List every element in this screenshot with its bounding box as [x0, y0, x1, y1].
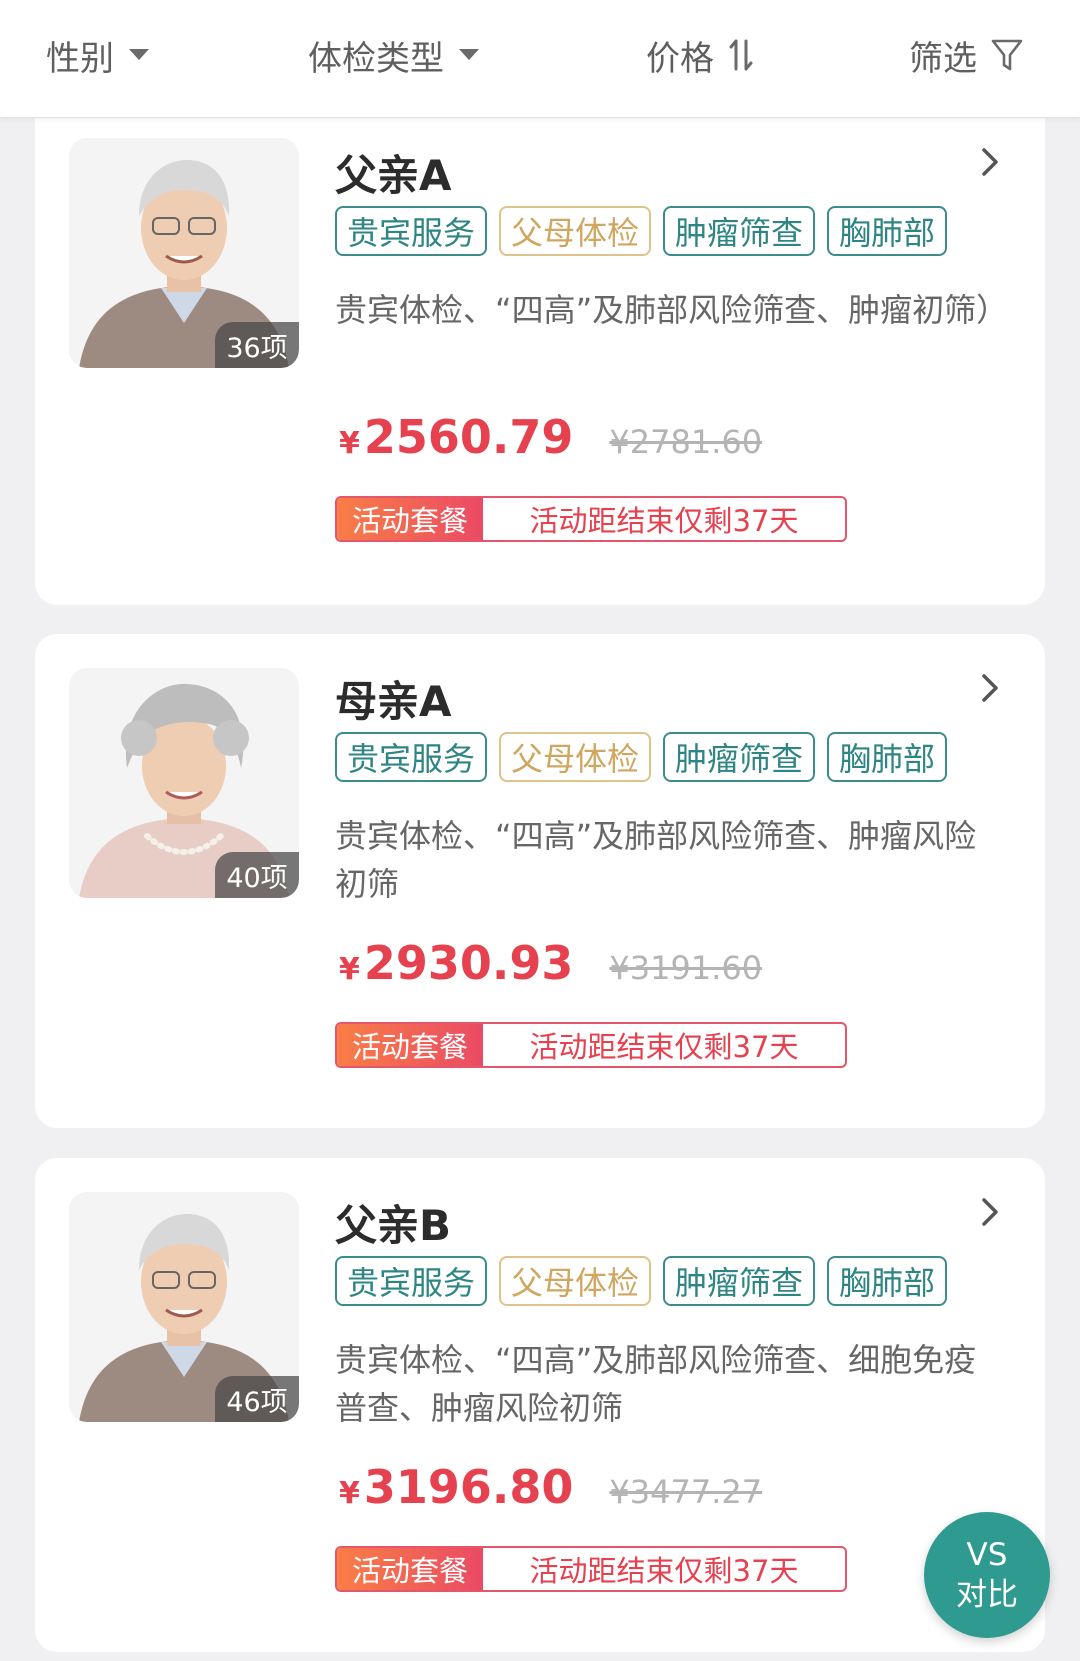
price-sort[interactable]: 价格: [646, 30, 754, 80]
currency-symbol: ¥: [339, 952, 360, 987]
item-count-badge: 40项: [215, 852, 299, 898]
tag-vip-service: 贵宾服务: [335, 1256, 488, 1306]
package-description: 贵宾体检、“四高”及肺部风险筛查、肿瘤初筛）: [335, 291, 1009, 329]
screen-filter-label: 筛选: [909, 38, 977, 79]
package-photo: 36项: [69, 138, 299, 368]
chevron-right-icon[interactable]: [970, 1192, 1010, 1232]
package-card[interactable]: 40项 母亲A 贵宾服务 父母体检 肿瘤筛查 胸肺部 贵宾体检、“四高”及肺部风…: [35, 634, 1045, 1128]
promo-banner: 活动套餐 活动距结束仅剩37天: [335, 1022, 847, 1068]
current-price: 2560.79: [363, 410, 574, 464]
tag-vip-service: 贵宾服务: [335, 732, 488, 782]
currency-symbol: ¥: [339, 1476, 360, 1511]
screen-filter[interactable]: 筛选: [909, 30, 1023, 80]
tag-list: 贵宾服务 父母体检 肿瘤筛查 胸肺部: [335, 206, 948, 256]
tag-chest-lung: 胸肺部: [827, 732, 948, 782]
package-title: 父亲B: [335, 1201, 452, 1250]
compare-button[interactable]: VS 对比: [924, 1512, 1050, 1638]
price-row: ¥ 3196.80 ¥3477.27: [339, 1460, 762, 1514]
sort-arrows-icon: [728, 37, 754, 73]
promo-label: 活动套餐: [337, 1024, 483, 1066]
tag-tumor-screening: 肿瘤筛查: [663, 1256, 816, 1306]
package-title: 父亲A: [335, 151, 452, 200]
price-row: ¥ 2560.79 ¥2781.60: [339, 410, 762, 464]
gender-filter-label: 性别: [46, 38, 114, 79]
gender-filter[interactable]: 性别: [46, 30, 150, 80]
tag-list: 贵宾服务 父母体检 肿瘤筛查 胸肺部: [335, 732, 948, 782]
funnel-icon: [991, 38, 1023, 72]
promo-countdown: 活动距结束仅剩37天: [529, 504, 799, 538]
tag-tumor-screening: 肿瘤筛查: [663, 206, 816, 256]
currency-symbol: ¥: [339, 426, 360, 461]
filter-bar: 性别 体检类型 价格 筛选: [0, 0, 1080, 118]
tag-vip-service: 贵宾服务: [335, 206, 488, 256]
promo-countdown: 活动距结束仅剩37天: [529, 1030, 799, 1064]
chevron-right-icon[interactable]: [970, 142, 1010, 182]
package-card[interactable]: 36项 父亲A 贵宾服务 父母体检 肿瘤筛查 胸肺部 贵宾体检、“四高”及肺部风…: [35, 100, 1045, 605]
promo-label: 活动套餐: [337, 498, 483, 540]
current-price: 3196.80: [363, 1460, 574, 1514]
original-price: ¥3191.60: [609, 949, 763, 987]
promo-banner: 活动套餐 活动距结束仅剩37天: [335, 496, 847, 542]
tag-chest-lung: 胸肺部: [827, 1256, 948, 1306]
tag-parents-checkup: 父母体检: [499, 206, 652, 256]
exam-type-filter[interactable]: 体检类型: [308, 30, 480, 80]
tag-parents-checkup: 父母体检: [499, 732, 652, 782]
original-price: ¥3477.27: [609, 1473, 763, 1511]
package-description: 贵宾体检、“四高”及肺部风险筛查、肿瘤风险初筛: [335, 817, 977, 903]
price-sort-label: 价格: [646, 38, 714, 79]
promo-countdown: 活动距结束仅剩37天: [529, 1554, 799, 1588]
package-photo: 40项: [69, 668, 299, 898]
exam-type-filter-label: 体检类型: [308, 38, 444, 79]
price-row: ¥ 2930.93 ¥3191.60: [339, 936, 762, 990]
package-photo: 46项: [69, 1192, 299, 1422]
item-count-badge: 36项: [215, 322, 299, 368]
current-price: 2930.93: [363, 936, 574, 990]
tag-list: 贵宾服务 父母体检 肿瘤筛查 胸肺部: [335, 1256, 948, 1306]
package-description: 贵宾体检、“四高”及肺部风险筛查、细胞免疫普查、肿瘤风险初筛: [335, 1341, 977, 1427]
package-title: 母亲A: [335, 677, 452, 726]
tag-parents-checkup: 父母体检: [499, 1256, 652, 1306]
tag-tumor-screening: 肿瘤筛查: [663, 732, 816, 782]
original-price: ¥2781.60: [609, 423, 763, 461]
caret-down-icon: [128, 48, 150, 62]
compare-label: 对比: [956, 1577, 1018, 1613]
promo-label: 活动套餐: [337, 1548, 483, 1590]
promo-banner: 活动套餐 活动距结束仅剩37天: [335, 1546, 847, 1592]
tag-chest-lung: 胸肺部: [827, 206, 948, 256]
package-card[interactable]: 46项 父亲B 贵宾服务 父母体检 肿瘤筛查 胸肺部 贵宾体检、“四高”及肺部风…: [35, 1158, 1045, 1652]
item-count-badge: 46项: [215, 1376, 299, 1422]
chevron-right-icon[interactable]: [970, 668, 1010, 708]
caret-down-icon: [458, 48, 480, 62]
compare-vs-label: VS: [966, 1537, 1008, 1573]
